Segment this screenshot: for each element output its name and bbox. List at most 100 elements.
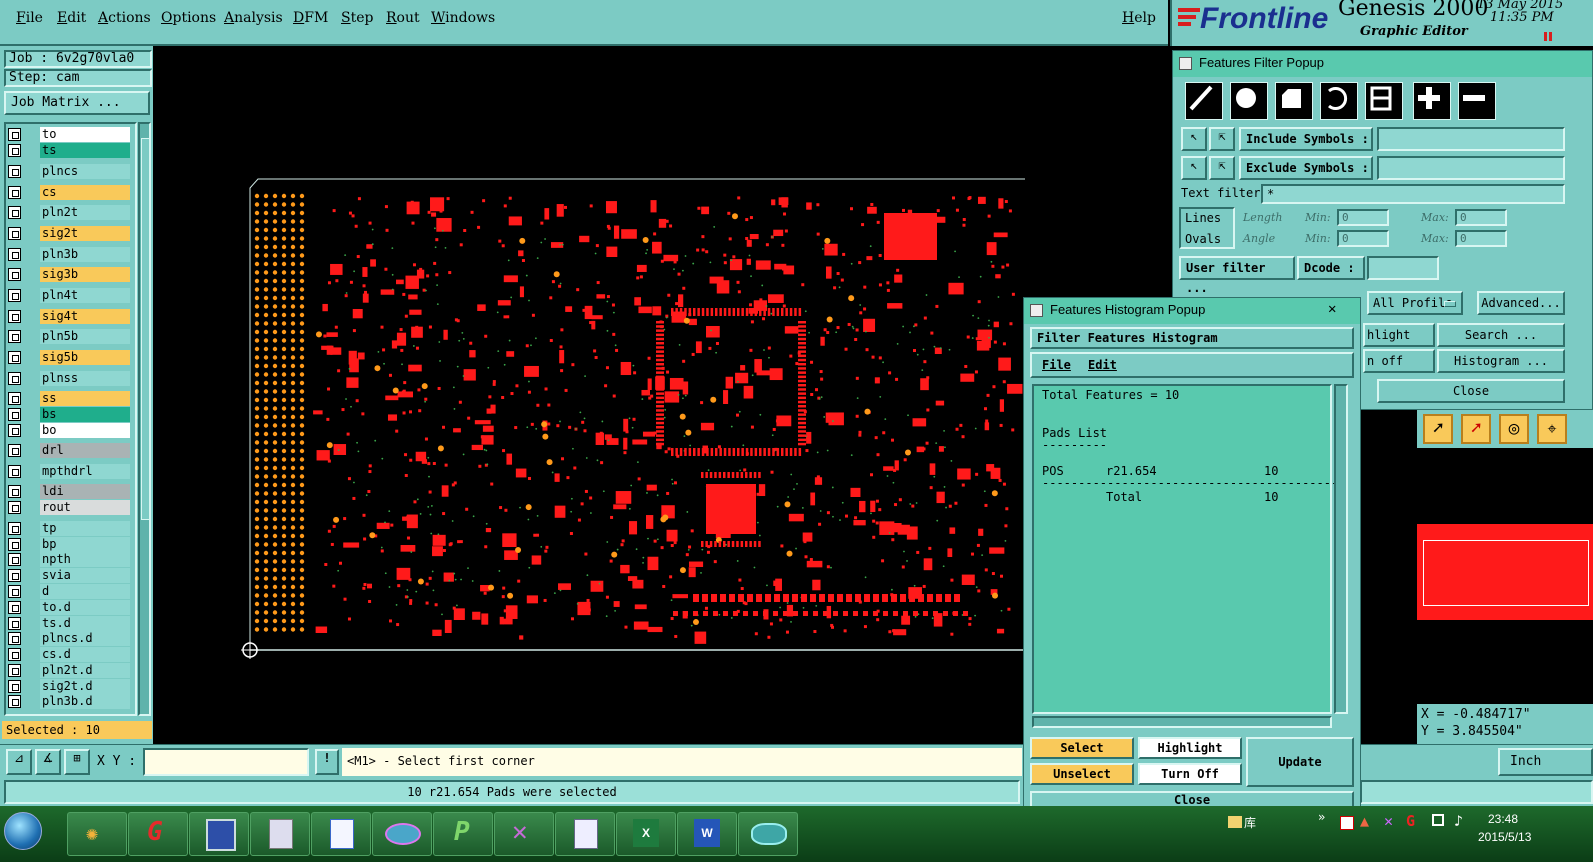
length-min-input[interactable]: 0 [1337,209,1389,226]
layer-row-sig3b[interactable]: sig3b [8,267,130,282]
taskbar-notepad-icon[interactable] [311,812,371,856]
taskbar-x-icon[interactable]: ✕ [494,812,554,856]
include-browse-icon[interactable]: ⇱ [1209,127,1235,151]
clock-time[interactable]: 23:48 [1488,812,1518,826]
layer-checkbox-icon[interactable] [8,522,21,535]
menu-step[interactable]: Step [341,10,373,26]
tray-a-icon[interactable]: ▲ [1360,812,1369,830]
layer-row-plncs[interactable]: plncs [8,164,130,179]
layer-row-pln5b[interactable]: pln5b [8,329,130,344]
layer-checkbox-icon[interactable] [8,351,21,364]
layer-row-sig4t[interactable]: sig4t [8,309,130,324]
line-tool-icon[interactable] [1182,79,1226,123]
tray-x-icon[interactable]: ✕ [1384,812,1393,830]
layer-checkbox-icon[interactable] [8,695,21,708]
layer-checkbox-icon[interactable] [8,310,21,323]
text-tool-icon[interactable] [1362,79,1406,123]
measure-icon[interactable]: ⌖ [1537,414,1567,444]
layer-checkbox-icon[interactable] [8,648,21,661]
layer-row-bs[interactable]: bs [8,407,130,422]
histogram-menu-edit[interactable]: Edit [1088,358,1117,372]
layer-row-sig2t[interactable]: sig2t [8,226,130,241]
text-filter-input[interactable]: * [1261,184,1565,204]
tray-volume-icon[interactable]: ♪ [1454,812,1463,830]
histogram-hscroll[interactable] [1032,716,1332,728]
user-filter-button[interactable]: User filter ... [1179,256,1295,295]
tray-folder-icon[interactable] [1228,816,1242,828]
layer-row-rout[interactable]: rout [8,500,130,515]
pad-tool-icon[interactable] [1227,79,1271,123]
lines-checkbox[interactable]: Lines [1185,211,1221,225]
exclude-pick-icon[interactable]: ↖ [1181,156,1207,180]
snap-grid-icon[interactable]: ⊿ [6,749,32,775]
taskbar-p-icon[interactable]: P [433,812,493,856]
alert-icon[interactable]: ! [315,749,339,775]
pointer-red-icon[interactable]: ➚ [1461,414,1491,444]
highlight-button[interactable]: hlight [1363,323,1435,347]
minus-icon[interactable] [1455,79,1499,123]
advanced-button[interactable]: Advanced... [1477,291,1565,315]
layer-row-ss[interactable]: ss [8,391,130,406]
menu-options[interactable]: Options [161,10,216,26]
layer-row-tp[interactable]: tp [8,521,130,536]
histogram-title-bar[interactable]: Features Histogram Popup ✕ [1024,298,1360,324]
histogram-button[interactable]: Histogram ... [1437,349,1565,373]
unselect-button[interactable]: Unselect [1030,763,1134,785]
length-max-input[interactable]: 0 [1455,209,1507,226]
tray-genesis-icon[interactable]: G [1406,812,1415,830]
layer-row-d[interactable]: d [8,584,130,599]
exclude-symbols-input[interactable] [1377,156,1565,180]
layer-row-cs[interactable]: cs [8,185,130,200]
snap-center-icon[interactable]: ⊞ [64,749,90,775]
taskbar-excel-icon[interactable]: X [616,812,676,856]
layer-row-bo[interactable]: bo [8,423,130,438]
layer-checkbox-icon[interactable] [8,268,21,281]
arc-tool-icon[interactable] [1317,79,1361,123]
pointer-icon[interactable]: ➚ [1423,414,1453,444]
menu-actions[interactable]: Actions [98,10,151,26]
layer-scroll-thumb[interactable] [141,138,150,520]
layer-checkbox-icon[interactable] [8,144,21,157]
job-matrix-button[interactable]: Job Matrix ... [4,91,150,115]
taskbar-calculator-icon[interactable] [250,812,310,856]
search-button[interactable]: Search ... [1437,323,1565,347]
layer-checkbox-icon[interactable] [8,227,21,240]
graphic-canvas[interactable] [153,46,1025,744]
layer-row-plnss[interactable]: plnss [8,371,130,386]
layer-scrollbar[interactable] [138,122,151,716]
taskbar-app-icon[interactable]: ✺ [67,812,127,856]
taskbar-word-icon[interactable]: W [677,812,737,856]
layer-checkbox-icon[interactable] [8,206,21,219]
layer-row-bp[interactable]: bp [8,537,130,552]
dcode-input[interactable] [1367,256,1439,280]
layer-checkbox-icon[interactable] [8,330,21,343]
layer-checkbox-icon[interactable] [8,569,21,582]
taskbar-document-icon[interactable] [555,812,615,856]
layer-checkbox-icon[interactable] [8,186,21,199]
snap-angle-icon[interactable]: ∡ [35,749,61,775]
layer-row-svia[interactable]: svia [8,568,130,583]
layer-checkbox-icon[interactable] [8,553,21,566]
ovals-checkbox[interactable]: Ovals [1185,232,1221,246]
layer-row-sig2t.d[interactable]: sig2t.d [8,679,130,694]
layer-row-pln3b[interactable]: pln3b [8,247,130,262]
surface-tool-icon[interactable] [1272,79,1316,123]
layer-checkbox-icon[interactable] [8,585,21,598]
tray-flag-icon[interactable] [1340,816,1354,830]
start-button-icon[interactable] [4,812,42,850]
menu-dfm[interactable]: DFM [293,10,328,26]
filter-close-button[interactable]: Close [1377,379,1565,403]
layer-checkbox-icon[interactable] [8,408,21,421]
layer-row-pln2t.d[interactable]: pln2t.d [8,663,130,678]
length-checkbox[interactable]: Length [1243,211,1282,224]
layer-row-to[interactable]: to [8,127,130,142]
layer-checkbox-icon[interactable] [8,289,21,302]
histogram-close-icon[interactable]: ✕ [1328,298,1336,320]
angle-min-input[interactable]: 0 [1337,230,1389,247]
select-button[interactable]: Select [1030,737,1134,759]
layer-row-ts.d[interactable]: ts.d [8,616,130,631]
menu-file[interactable]: File [16,10,43,26]
xy-input[interactable] [143,748,309,776]
tray-display-icon[interactable] [1432,814,1444,826]
taskbar-viewer-icon[interactable] [372,812,432,856]
